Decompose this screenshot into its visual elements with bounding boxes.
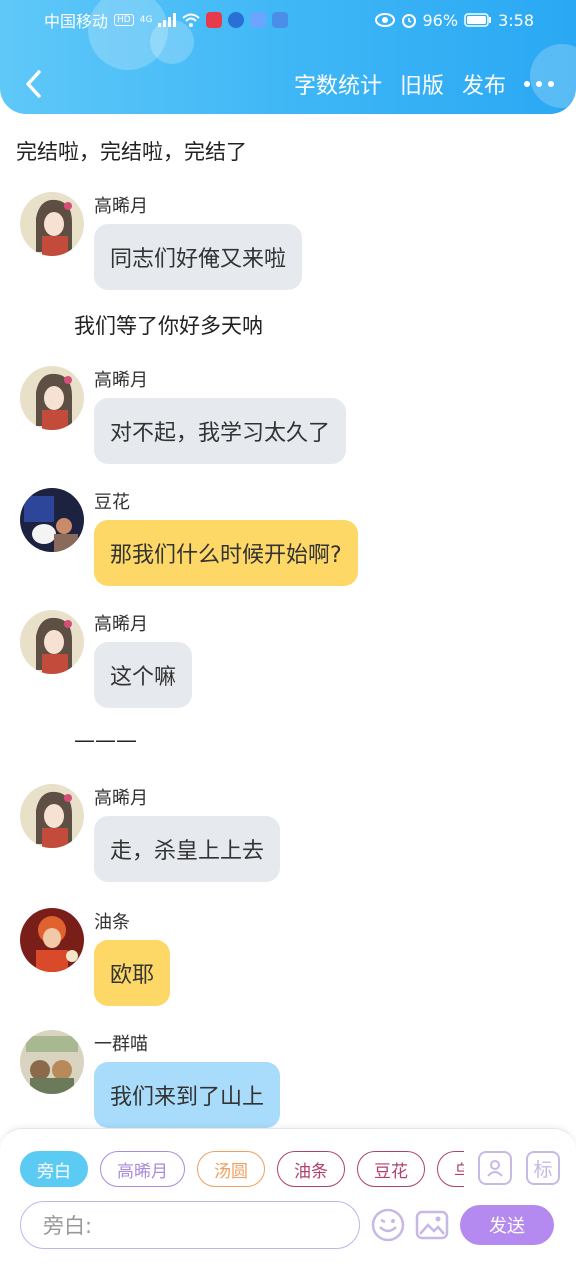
narration-text: 我们等了你好多天呐 [74,314,263,338]
chevron-left-icon [26,70,41,98]
narration-text: ——— [74,728,137,752]
sender-name: 高晞月 [94,196,148,217]
role-chip[interactable]: 乌 [437,1151,464,1187]
more-dots-icon[interactable] [524,81,554,87]
chat-area[interactable]: 完结啦，完结啦，完结了 高晞月 同志们好俺又来啦 我们等了你好多天呐 高晞月 对… [0,114,576,1128]
message-input[interactable]: 旁白: [20,1201,360,1249]
tag-icon[interactable]: 标 [526,1151,560,1185]
carrier-label: 中国移动 [44,12,109,31]
alarm-icon [401,14,416,28]
sender-name: 油条 [94,912,130,933]
avatar[interactable] [20,366,84,430]
composer-panel: 旁白 高晞月 汤圆 油条 豆花 乌 标 旁白: 发送 [0,1128,576,1280]
sender-name: 一群喵 [94,1034,148,1055]
status-left: 中国移动 HD 4G [44,8,289,32]
message-bubble[interactable]: 那我们什么时候开始啊? [94,520,358,586]
avatar[interactable] [20,1030,84,1094]
role-chip[interactable]: 旁白 [20,1151,88,1187]
clock: 3:58 [498,10,534,30]
message-notification-icon [250,12,267,28]
word-count-button[interactable]: 字数统计 [294,68,382,100]
top-header: 中国移动 HD 4G 96% 3:58 字数统计 旧版 发布 [0,0,576,114]
sender-name: 高晞月 [94,614,148,635]
nav-actions: 字数统计 旧版 发布 [294,68,554,100]
old-version-button[interactable]: 旧版 [400,68,444,100]
browser-notification-icon [228,12,245,28]
role-chip[interactable]: 油条 [277,1151,345,1187]
send-button[interactable]: 发送 [460,1205,554,1245]
wifi-icon [182,13,201,27]
avatar[interactable] [20,192,84,256]
role-selector: 旁白 高晞月 汤圆 油条 豆花 乌 [20,1151,464,1189]
person-icon[interactable] [478,1151,512,1185]
sender-name: 豆花 [94,492,130,513]
role-chip[interactable]: 豆花 [357,1151,425,1187]
battery-percent: 96% [422,10,459,30]
back-button[interactable] [18,66,48,102]
sender-name: 高晞月 [94,370,148,391]
avatar[interactable] [20,488,84,552]
message-bubble[interactable]: 欧耶 [94,940,171,1006]
app-notification-icon [206,12,223,28]
hd-icon: HD [114,14,134,26]
avatar[interactable] [20,784,84,848]
status-right: 96% 3:58 [374,10,534,30]
message-bubble[interactable]: 这个嘛 [94,642,193,708]
avatar[interactable] [20,610,84,674]
status-bar: 中国移动 HD 4G 96% 3:58 [0,0,576,40]
narration-text: 完结啦，完结啦，完结了 [16,140,247,164]
message-bubble[interactable]: 我们来到了山上 [94,1062,281,1128]
cloud-notification-icon [272,12,289,28]
publish-button[interactable]: 发布 [462,68,506,100]
panel-icons: 标 [478,1151,560,1185]
message-bubble[interactable]: 同志们好俺又来啦 [94,224,303,290]
signal-icon [158,13,177,27]
network-label: 4G [139,15,153,25]
message-bubble[interactable]: 对不起，我学习太久了 [94,398,347,464]
nav-bar: 字数统计 旧版 发布 [0,58,576,110]
message-bubble[interactable]: 走，杀皇上上去 [94,816,281,882]
image-icon[interactable] [414,1207,450,1243]
role-chip[interactable]: 汤圆 [197,1151,265,1187]
role-chip[interactable]: 高晞月 [100,1151,185,1187]
emoji-icon[interactable] [370,1207,406,1243]
battery-icon [464,13,492,27]
input-placeholder: 旁白: [43,1214,93,1238]
avatar[interactable] [20,908,84,972]
sender-name: 高晞月 [94,788,148,809]
eye-icon [374,13,395,27]
